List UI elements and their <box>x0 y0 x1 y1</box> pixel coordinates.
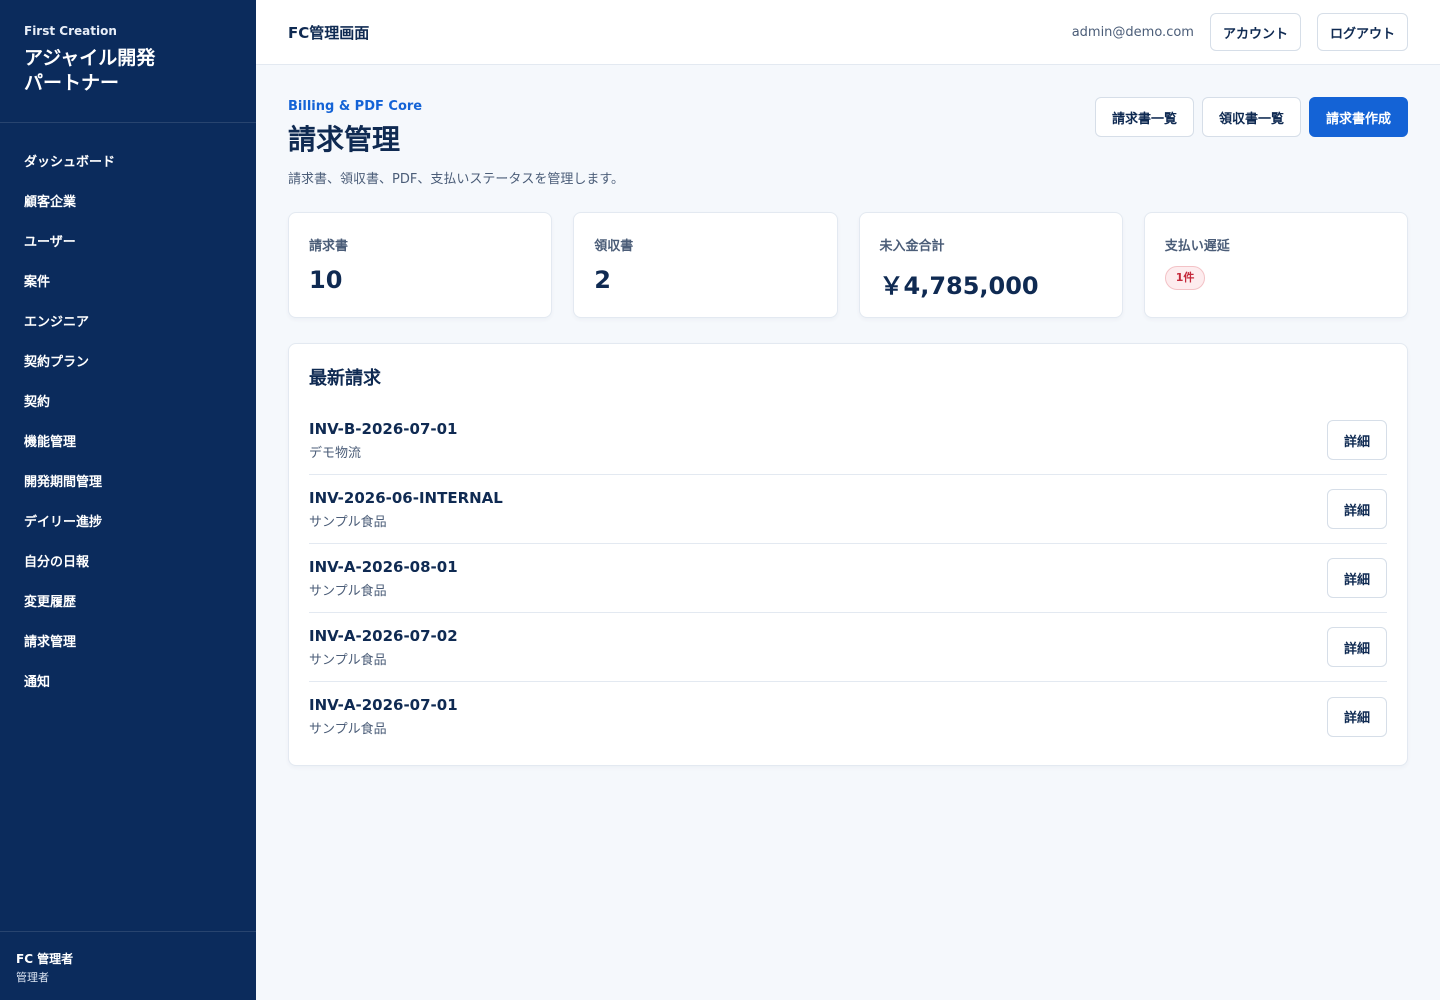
brand: First Creation アジャイル開発 パートナー <box>0 0 256 123</box>
page-content: Billing & PDF Core 請求管理 請求書、領収書、PDF、支払いス… <box>256 65 1440 766</box>
sidebar-item-contracts[interactable]: 契約 <box>0 383 256 423</box>
panel-title: 最新請求 <box>309 368 381 389</box>
table-row: INV-A-2026-07-01 サンプル食品 詳細 <box>309 682 1387 751</box>
sidebar-item-history[interactable]: 変更履歴 <box>0 583 256 623</box>
stat-label: 請求書 <box>309 239 349 254</box>
invoice-client: サンプル食品 <box>309 514 387 530</box>
table-row: INV-2026-06-INTERNAL サンプル食品 詳細 <box>309 475 1387 544</box>
row-info: INV-B-2026-07-01 デモ物流 <box>309 420 457 461</box>
sidebar-item-dashboard[interactable]: ダッシュボード <box>0 143 256 183</box>
detail-button[interactable]: 詳細 <box>1326 489 1387 529</box>
invoice-id: INV-A-2026-07-02 <box>309 626 458 645</box>
user-name: FC 管理者 <box>16 952 74 966</box>
overdue-badge: 1件 <box>1164 266 1206 290</box>
account-button[interactable]: アカウント <box>1209 13 1301 51</box>
stat-card-unpaid-total: 未入金合計 ￥4,785,000 <box>858 212 1123 318</box>
table-row: INV-A-2026-08-01 サンプル食品 詳細 <box>309 544 1387 613</box>
user-role: 管理者 <box>16 971 49 984</box>
sidebar-user: FC 管理者 管理者 <box>0 931 256 1000</box>
table-row: INV-B-2026-07-01 デモ物流 詳細 <box>309 406 1387 475</box>
stat-label: 未入金合計 <box>879 239 945 254</box>
invoice-id: INV-A-2026-08-01 <box>309 557 458 576</box>
sidebar-item-engineers[interactable]: エンジニア <box>0 303 256 343</box>
stat-label: 支払い遅延 <box>1164 239 1230 254</box>
sidebar-item-projects[interactable]: 案件 <box>0 263 256 303</box>
row-info: INV-A-2026-07-02 サンプル食品 <box>309 627 458 668</box>
row-info: INV-2026-06-INTERNAL サンプル食品 <box>309 489 503 530</box>
stat-card-invoices: 請求書 10 <box>288 212 553 318</box>
row-info: INV-A-2026-07-01 サンプル食品 <box>309 696 458 737</box>
stat-label: 領収書 <box>594 239 634 254</box>
stat-card-receipts: 領収書 2 <box>573 212 838 318</box>
sidebar-item-users[interactable]: ユーザー <box>0 223 256 263</box>
stats-row: 請求書 10 領収書 2 未入金合計 ￥4,785,000 支払い遅延 1件 <box>288 212 1408 318</box>
page-header: Billing & PDF Core 請求管理 請求書、領収書、PDF、支払いス… <box>288 97 1408 187</box>
sidebar: First Creation アジャイル開発 パートナー ダッシュボード 顧客企… <box>0 0 256 1000</box>
stat-value: 2 <box>594 266 611 294</box>
sidebar-item-billing[interactable]: 請求管理 <box>0 623 256 663</box>
latest-invoices-panel: 最新請求 INV-B-2026-07-01 デモ物流 詳細 INV-2026-0… <box>288 343 1408 766</box>
topbar-title: FC管理画面 <box>288 23 370 42</box>
invoice-client: サンプル食品 <box>309 652 387 668</box>
page-title: 請求管理 <box>288 123 401 156</box>
invoice-id: INV-B-2026-07-01 <box>309 419 458 438</box>
page-eyebrow: Billing & PDF Core <box>288 99 423 114</box>
logout-button[interactable]: ログアウト <box>1316 13 1408 51</box>
invoice-client: サンプル食品 <box>309 583 387 599</box>
table-row: INV-A-2026-07-02 サンプル食品 詳細 <box>309 613 1387 682</box>
detail-button[interactable]: 詳細 <box>1326 420 1387 460</box>
brand-product: アジャイル開発 パートナー <box>24 47 156 94</box>
page-heading: Billing & PDF Core 請求管理 請求書、領収書、PDF、支払いス… <box>288 97 624 187</box>
topbar: FC管理画面 admin@demo.com アカウント ログアウト <box>256 0 1440 65</box>
main: FC管理画面 admin@demo.com アカウント ログアウト Billin… <box>256 0 1440 1000</box>
row-info: INV-A-2026-08-01 サンプル食品 <box>309 558 458 599</box>
receipt-list-button[interactable]: 領収書一覧 <box>1201 97 1301 137</box>
stat-value: ￥4,785,000 <box>879 272 1039 300</box>
sidebar-item-clients[interactable]: 顧客企業 <box>0 183 256 223</box>
detail-button[interactable]: 詳細 <box>1326 627 1387 667</box>
invoice-client: デモ物流 <box>309 445 362 461</box>
user-email: admin@demo.com <box>1071 24 1194 40</box>
invoice-id: INV-2026-06-INTERNAL <box>309 488 503 507</box>
invoice-id: INV-A-2026-07-01 <box>309 696 458 714</box>
sidebar-item-plans[interactable]: 契約プラン <box>0 343 256 383</box>
app-root: First Creation アジャイル開発 パートナー ダッシュボード 顧客企… <box>0 0 1440 1000</box>
sidebar-item-features[interactable]: 機能管理 <box>0 423 256 463</box>
sidebar-nav: ダッシュボード 顧客企業 ユーザー 案件 エンジニア 契約プラン 契約 機能管理… <box>0 123 256 931</box>
detail-button[interactable]: 詳細 <box>1326 558 1387 598</box>
detail-button[interactable]: 詳細 <box>1326 696 1387 737</box>
invoice-list-button[interactable]: 請求書一覧 <box>1094 97 1194 137</box>
stat-card-overdue: 支払い遅延 1件 <box>1143 212 1408 318</box>
page-actions: 請求書一覧 領収書一覧 請求書作成 <box>1094 97 1408 137</box>
page-subtitle: 請求書、領収書、PDF、支払いステータスを管理します。 <box>288 172 625 187</box>
sidebar-item-daily-progress[interactable]: デイリー進捗 <box>0 503 256 543</box>
sidebar-item-notifications[interactable]: 通知 <box>0 663 256 703</box>
sidebar-item-my-reports[interactable]: 自分の日報 <box>0 543 256 583</box>
stat-value: 10 <box>309 266 343 294</box>
invoice-client: サンプル食品 <box>309 722 387 737</box>
brand-company: First Creation <box>24 24 117 38</box>
create-invoice-button[interactable]: 請求書作成 <box>1308 97 1408 137</box>
sidebar-item-dev-periods[interactable]: 開発期間管理 <box>0 463 256 503</box>
